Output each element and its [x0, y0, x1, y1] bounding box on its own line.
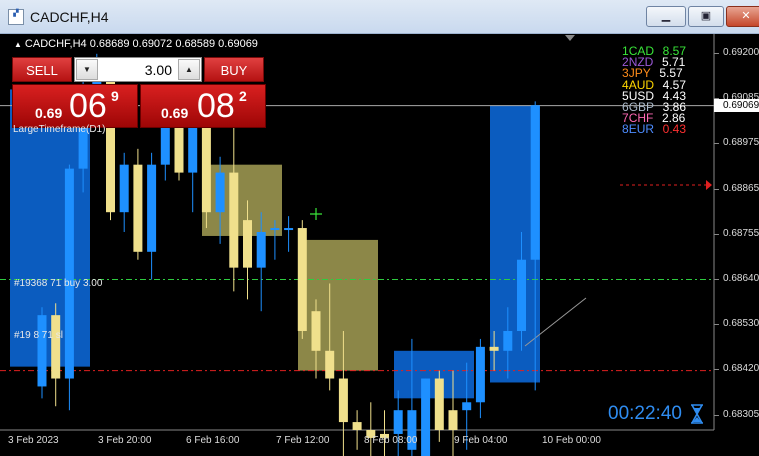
minimize-icon: ▁ [661, 10, 671, 22]
candle-body [284, 228, 294, 231]
restore-button[interactable]: ▣ [688, 6, 724, 27]
lot-increase-button[interactable]: ▲ [178, 59, 200, 80]
buy-price-button[interactable]: 0.69 08 2 [140, 84, 266, 128]
candle-body [462, 402, 472, 411]
candle-body [530, 105, 540, 260]
candle-body [311, 311, 321, 351]
alert-arrow-icon [706, 180, 712, 190]
chevron-up-icon: ▲ [185, 65, 193, 74]
strength-currency: EUR [628, 122, 655, 137]
candle-body [215, 172, 225, 213]
close-button[interactable]: ✕ [726, 6, 759, 27]
candle-body [229, 172, 239, 268]
price-tick [714, 53, 719, 54]
candle-body [517, 259, 526, 331]
price-tick-label: 0.68420 [723, 363, 759, 375]
candle-body [256, 232, 266, 268]
candle-body [188, 125, 198, 173]
sell-price-fraction: 9 [111, 88, 119, 104]
chart-shift-marker-icon[interactable] [565, 35, 575, 41]
sell-button[interactable]: SELL [12, 57, 72, 82]
chart-header-text: CADCHF,H4 0.68689 0.69072 0.68589 0.6906… [24, 38, 258, 50]
sell-price-pips: 06 [69, 87, 107, 125]
candle-body [270, 228, 280, 231]
chart-header: ▲ CADCHF,H4 0.68689 0.69072 0.68589 0.690… [14, 38, 258, 50]
candle-body [147, 164, 157, 252]
buy-price-fraction: 2 [239, 88, 247, 104]
price-tick-label: 0.69200 [723, 47, 759, 58]
price-tick [714, 369, 719, 371]
candle-body [119, 164, 129, 213]
candle-body [352, 422, 362, 430]
candle-body [37, 315, 47, 387]
candle-body [243, 220, 252, 268]
chart-area[interactable]: ▲ CADCHF,H4 0.68689 0.69072 0.68589 0.690… [0, 34, 759, 456]
strength-rank: 8 [622, 122, 629, 137]
window-title: CADCHF,H4 [30, 9, 109, 25]
buy-order-label[interactable]: #19368 71 buy 3.00 [14, 278, 102, 289]
price-tick [714, 324, 719, 326]
time-tick-label: 9 Feb 04:00 [454, 435, 508, 446]
minimize-button[interactable]: ▁ [646, 6, 686, 27]
stop-loss-label[interactable]: #19 8 71 sl [14, 330, 63, 341]
price-tick [714, 279, 719, 280]
lot-decrease-button[interactable]: ▼ [76, 59, 98, 80]
buy-price-pips: 08 [197, 87, 235, 125]
price-tick-label: 0.68755 [723, 227, 759, 239]
candle-body [448, 410, 458, 430]
daily-range-box [394, 350, 474, 399]
buy-price-prefix: 0.69 [161, 105, 189, 121]
price-tick-label: 0.68305 [723, 408, 759, 420]
indicator-label: LargeTimeframe(D1) [13, 124, 106, 135]
close-icon: ✕ [741, 10, 751, 22]
candle-body [325, 350, 335, 379]
candle-body [434, 378, 444, 430]
hourglass-icon [691, 404, 703, 424]
candle-body [297, 228, 307, 331]
price-tick [714, 188, 719, 190]
price-tick-label: 0.68975 [723, 137, 759, 149]
current-price-label: 0.69069 [714, 99, 759, 112]
time-tick-label: 10 Feb 00:00 [542, 435, 601, 446]
price-tick [714, 414, 719, 416]
window-titlebar: ▞ CADCHF,H4 ▁ ▣ ✕ [0, 0, 759, 34]
strength-value: 0.43 [662, 122, 687, 137]
candle-body [201, 125, 211, 213]
price-tick [714, 143, 719, 145]
price-tick-label: 0.68640 [723, 273, 759, 284]
buy-entry-marker-icon [310, 208, 322, 220]
strength-row-eur: 8EUR 0.43 [622, 122, 687, 137]
sell-price-prefix: 0.69 [35, 105, 63, 121]
restore-icon: ▣ [700, 10, 712, 22]
candle-body [393, 410, 403, 434]
daily-range-box [298, 239, 378, 371]
price-tick-label: 0.68865 [723, 182, 759, 194]
buy-button[interactable]: BUY [204, 57, 264, 82]
candle-body [503, 331, 513, 351]
lot-size-control[interactable]: ▼ ▲ [74, 57, 202, 82]
lot-size-input[interactable] [100, 58, 178, 81]
candle-body [64, 168, 74, 379]
candle-body [475, 346, 485, 403]
candle-body [338, 378, 348, 423]
price-tick-label: 0.68530 [723, 318, 759, 330]
candle-body [51, 315, 61, 379]
time-tick-label: 3 Feb 20:00 [98, 435, 152, 446]
time-tick-label: 6 Feb 16:00 [186, 435, 240, 446]
daily-range-box [202, 164, 282, 236]
chevron-down-icon: ▼ [83, 65, 91, 74]
collapse-triangle-icon: ▲ [14, 40, 22, 49]
currency-strength-panel: 1CAD 8.57 2NZD 5.71 3JPY 5.57 4AUD 4.57 5USD 4.43… [622, 45, 687, 137]
candle-countdown-timer: 00:22:40 [608, 403, 682, 424]
time-tick-label: 3 Feb 2023 [8, 435, 59, 446]
chart-window-icon: ▞ [8, 9, 24, 25]
sell-price-button[interactable]: 0.69 06 9 [12, 84, 138, 128]
candle-body [489, 346, 499, 351]
price-tick [714, 233, 719, 235]
time-tick-label: 7 Feb 12:00 [276, 435, 330, 446]
candle-body [133, 164, 143, 252]
time-tick-label: 8 Feb 08:00 [364, 435, 418, 446]
candle-body [421, 378, 431, 456]
